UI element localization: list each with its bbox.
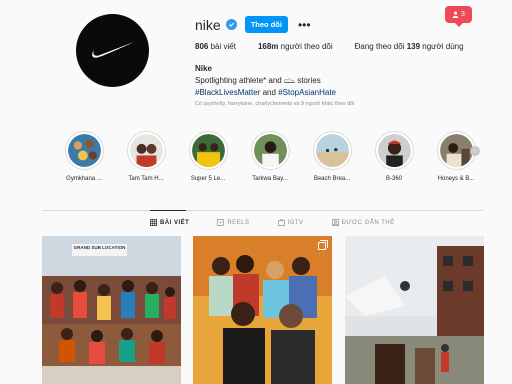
highlight-item[interactable]: Super 5 Le... (180, 131, 236, 182)
post-thumbnail[interactable] (345, 236, 484, 384)
profile-stats: 806 bài viết 168m người theo dõi Đang th… (195, 42, 486, 51)
highlight-label: Gymkhana ... (66, 176, 102, 182)
more-options-icon[interactable]: ••• (298, 18, 311, 32)
tab-tagged[interactable]: ĐƯỢC GẮN THẺ (331, 219, 395, 226)
highlight-label: Super 5 Le... (190, 176, 226, 182)
post-sign-text: GRAND SUB LOCATION (73, 245, 126, 250)
highlight-label: Honeys & B... (437, 176, 475, 182)
grid-icon (150, 219, 157, 226)
post-thumbnail[interactable]: GRAND SUB LOCATION (42, 236, 181, 384)
nike-swoosh-logo (91, 41, 134, 58)
highlight-thumbnail (129, 134, 163, 167)
bio-text: Spotlighting athlete* and (195, 76, 282, 85)
bio-text-end: stories (297, 76, 321, 85)
highlight-item[interactable]: Tam Tam H... (118, 131, 174, 182)
tab-igtv-label: IGTV (287, 219, 304, 226)
tab-reels[interactable]: REELS (217, 219, 249, 226)
reels-icon (217, 219, 225, 226)
hashtag-link[interactable]: #BlackLivesMatter (195, 88, 260, 97)
post-image (345, 236, 484, 384)
active-tab-indicator (150, 210, 186, 211)
posts-stat: 806 bài viết (195, 42, 236, 51)
bio-line-1: Spotlighting athlete* and stories (195, 75, 336, 87)
profile-tabs: BÀI VIẾT REELS IGTV ĐƯỢC GẮN THẺ (150, 219, 423, 226)
followers-label: người theo dõi (280, 42, 333, 51)
notification-count: 3 (461, 11, 465, 18)
followers-count: 168m (257, 42, 279, 51)
full-name: Nike (195, 64, 212, 73)
highlight-item[interactable]: Beach Brea... (304, 131, 360, 182)
following-count: 139 (406, 42, 421, 51)
story-highlights: Gymkhana ... Tam Tam H... Super 5 Le... … (56, 131, 486, 191)
tab-posts-label: BÀI VIẾT (160, 219, 190, 226)
highlight-item[interactable]: Gymkhana ... (56, 131, 112, 182)
person-icon (452, 11, 459, 18)
highlight-label: B-360 (385, 176, 402, 182)
highlight-thumbnail (377, 134, 411, 167)
following-prefix: Đang theo dõi (354, 42, 405, 51)
username-row: nike Theo dõi ••• (195, 16, 311, 33)
bio-and: and (262, 88, 276, 97)
highlight-label: Beach Brea... (313, 176, 351, 182)
follow-button[interactable]: Theo dõi (244, 16, 288, 33)
tab-posts[interactable]: BÀI VIẾT (150, 219, 189, 226)
username: nike (195, 16, 221, 33)
tab-tagged-label: ĐƯỢC GẮN THẺ (341, 219, 395, 226)
post-image (42, 236, 181, 384)
highlight-label: Tarkwa Bay... (252, 176, 288, 182)
posts-grid: GRAND SUB LOCATION (42, 236, 484, 384)
verified-badge-icon (225, 19, 237, 30)
tabs-divider (42, 210, 483, 211)
highlight-thumbnail (315, 134, 349, 167)
profile-avatar[interactable] (76, 14, 149, 87)
hashtag-link[interactable]: #StopAsianHate (278, 88, 336, 97)
posts-count: 806 (195, 42, 209, 51)
igtv-icon (277, 219, 285, 226)
highlight-thumbnail (191, 134, 225, 167)
post-image (193, 236, 332, 384)
tagged-user-icon (331, 219, 339, 226)
follower-notification-badge[interactable]: 3 (445, 6, 472, 27)
sneaker-emoji-icon (284, 78, 295, 83)
highlight-label: Tam Tam H... (128, 176, 164, 182)
tab-igtv[interactable]: IGTV (277, 219, 304, 226)
following-suffix: người dùng (422, 42, 464, 51)
followed-by-text[interactable]: Có jayshetty, harrykane, charlyclements … (195, 101, 354, 107)
highlight-thumbnail (253, 134, 287, 167)
post-thumbnail[interactable] (193, 236, 332, 384)
tab-reels-label: REELS (227, 219, 250, 226)
highlight-thumbnail (67, 134, 101, 167)
bio: Spotlighting athlete* and stories #Black… (195, 75, 336, 99)
highlight-item[interactable]: Tarkwa Bay... (242, 131, 298, 182)
highlight-item[interactable]: Honeys & B... (428, 131, 484, 182)
following-stat[interactable]: Đang theo dõi 139 người dùng (355, 42, 464, 51)
highlight-thumbnail (439, 134, 473, 167)
highlight-item[interactable]: B-360 (366, 131, 422, 182)
multiple-images-icon (318, 240, 328, 250)
bio-line-2: #BlackLivesMatter and #StopAsianHate (195, 87, 336, 99)
posts-label: bài viết (210, 42, 236, 51)
followers-stat[interactable]: 168m người theo dõi (258, 42, 333, 51)
chevron-right-icon[interactable]: › (470, 146, 480, 156)
